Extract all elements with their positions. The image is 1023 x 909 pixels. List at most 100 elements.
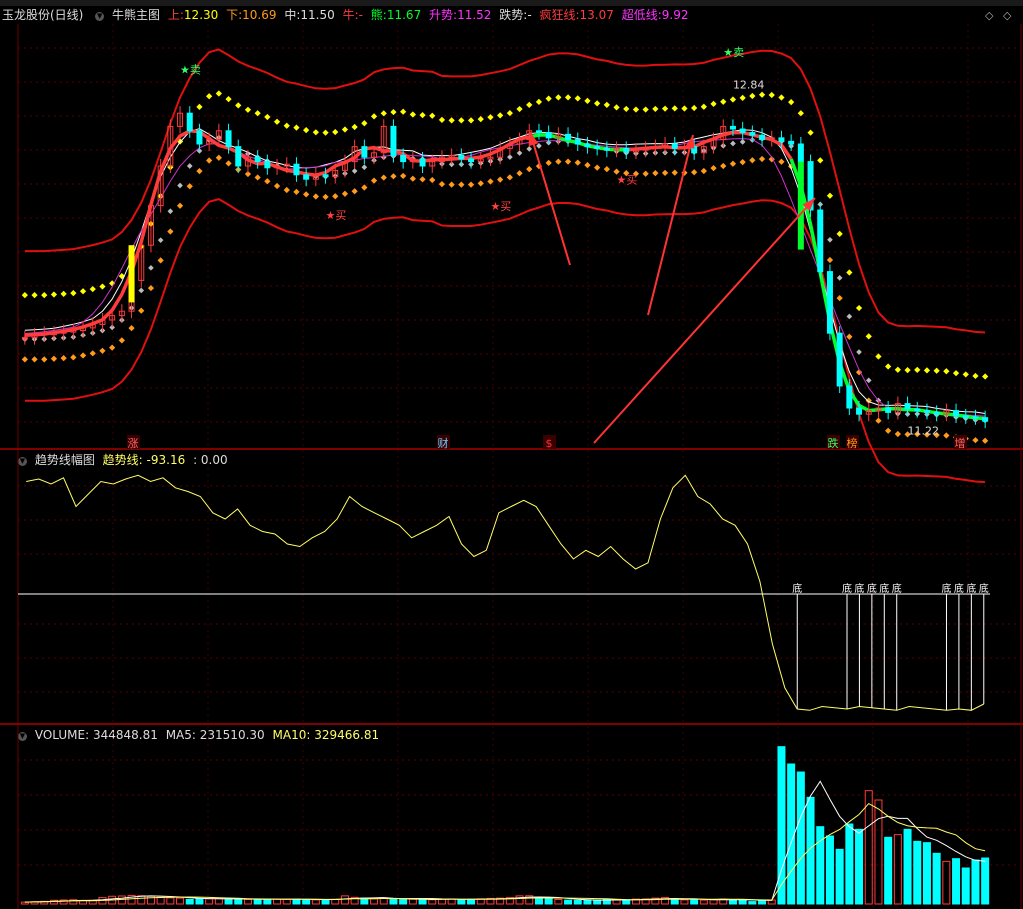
gray-band-dot bbox=[924, 411, 930, 418]
ma10-value: 329466.81 bbox=[314, 728, 380, 742]
orange-band-dot bbox=[855, 369, 863, 376]
yellow-band-dot bbox=[516, 105, 523, 113]
ma5-value: 231510.30 bbox=[199, 728, 265, 742]
orange-band-dot bbox=[574, 159, 581, 166]
volume-bar bbox=[952, 858, 961, 905]
orange-band-dot bbox=[982, 437, 989, 444]
yellow-band-dot bbox=[700, 103, 707, 110]
panel-scroll-icon[interactable]: ◇ bbox=[1003, 9, 1011, 22]
volume-bar bbox=[496, 897, 505, 905]
candle-body bbox=[720, 125, 727, 141]
volume-bar bbox=[932, 852, 941, 905]
orange-band-dot bbox=[99, 347, 106, 354]
bear-value: 11.67 bbox=[386, 8, 422, 22]
candle-body bbox=[671, 143, 678, 149]
gray-band-dot bbox=[526, 146, 533, 152]
gray-band-dot bbox=[710, 145, 717, 151]
buy-signal-label: ★买 bbox=[326, 209, 347, 222]
gray-band-dot bbox=[536, 143, 542, 149]
gray-band-dot bbox=[216, 134, 222, 141]
yellow-band-dot bbox=[797, 110, 804, 117]
panel-toggle-icon[interactable]: ◇ bbox=[985, 9, 993, 22]
orange-band-dot bbox=[797, 174, 804, 181]
candle-body bbox=[904, 403, 911, 410]
yellow-band-dot bbox=[41, 292, 48, 299]
yellow-band-dot bbox=[788, 99, 795, 106]
annotation-arrow bbox=[529, 131, 571, 266]
candle-body bbox=[962, 415, 969, 418]
trend-line-segment bbox=[789, 158, 986, 421]
gray-band-dot bbox=[400, 152, 406, 159]
sell-signal-label: ★卖 bbox=[180, 64, 201, 77]
volume-bar bbox=[515, 895, 524, 905]
volume-bar bbox=[583, 899, 592, 905]
bull-label: 牛: bbox=[342, 8, 359, 22]
bottom-tag-label: $ bbox=[546, 437, 553, 450]
orange-band-dot bbox=[710, 165, 717, 172]
yellow-band-dot bbox=[390, 108, 397, 116]
gray-band-dot bbox=[186, 163, 193, 169]
volume-bar bbox=[447, 898, 456, 905]
candle-body bbox=[429, 161, 436, 167]
orange-band-dot bbox=[564, 158, 572, 165]
orange-band-dot bbox=[817, 221, 824, 228]
yellow-band-dot bbox=[923, 367, 931, 374]
gray-band-dot bbox=[235, 146, 242, 153]
candle-body bbox=[177, 112, 184, 127]
volume-bar bbox=[476, 898, 485, 905]
orange-band-dot bbox=[31, 356, 38, 363]
orange-band-dot bbox=[293, 188, 300, 196]
candle-body bbox=[856, 407, 863, 415]
candle-body bbox=[167, 125, 174, 167]
gray-band-dot bbox=[206, 137, 212, 144]
ma10-label: MA10: bbox=[272, 728, 311, 742]
volume-panel-menu-icon[interactable]: ▼ bbox=[18, 732, 27, 741]
yellow-band-dot bbox=[351, 123, 358, 131]
gray-band-dot bbox=[817, 201, 824, 208]
superlow-label: 超低线: bbox=[621, 8, 662, 22]
yellow-band-dot bbox=[894, 366, 901, 373]
candle-body bbox=[21, 337, 28, 340]
gray-band-dot bbox=[119, 317, 125, 323]
candle-body bbox=[574, 139, 581, 145]
down-label: 下: bbox=[226, 8, 243, 22]
yellow-band-dot bbox=[836, 230, 843, 237]
volume-bar bbox=[738, 899, 747, 905]
volume-bar bbox=[748, 901, 757, 905]
yellow-band-dot bbox=[603, 101, 610, 109]
bottom-tag-box bbox=[954, 435, 967, 449]
volume-bar bbox=[680, 899, 689, 905]
orange-band-dot bbox=[623, 170, 630, 177]
volume-bar bbox=[40, 900, 49, 905]
orange-band-dot bbox=[691, 169, 698, 176]
trend-panel-title[interactable]: 趋势线幅图 bbox=[35, 453, 95, 467]
gray-band-dot bbox=[730, 140, 736, 147]
gray-band-dot bbox=[507, 154, 513, 160]
volume-bar bbox=[922, 842, 931, 905]
fall-value: - bbox=[527, 8, 532, 22]
candle-body bbox=[584, 143, 591, 148]
volume-bar bbox=[971, 859, 980, 905]
bottom-marker-label: 底 bbox=[842, 582, 852, 595]
gray-band-dot bbox=[846, 313, 853, 320]
yellow-band-dot bbox=[273, 118, 281, 125]
gray-band-dot bbox=[982, 417, 988, 424]
main-indicator-name[interactable]: 牛熊主图 bbox=[112, 8, 160, 22]
gray-band-dot bbox=[856, 349, 862, 355]
yellow-band-dot bbox=[176, 138, 184, 145]
gray-band-dot bbox=[516, 150, 523, 156]
indicator-menu-icon[interactable]: ▼ bbox=[95, 12, 105, 21]
trend-panel-menu-icon[interactable]: ▼ bbox=[18, 457, 27, 466]
trend-value2: : 0.00 bbox=[193, 453, 228, 467]
yellow-band-dot bbox=[594, 100, 601, 107]
candle-body bbox=[865, 410, 872, 415]
bottom-tag-box bbox=[127, 435, 140, 449]
gray-band-dot bbox=[51, 335, 57, 342]
volume-bar bbox=[981, 857, 990, 905]
volume-bar bbox=[855, 828, 864, 905]
candle-body bbox=[128, 279, 135, 312]
gray-band-dot bbox=[70, 334, 77, 340]
volume-bar bbox=[709, 899, 718, 905]
yellow-band-dot bbox=[952, 370, 960, 377]
volume-bar bbox=[486, 897, 495, 905]
